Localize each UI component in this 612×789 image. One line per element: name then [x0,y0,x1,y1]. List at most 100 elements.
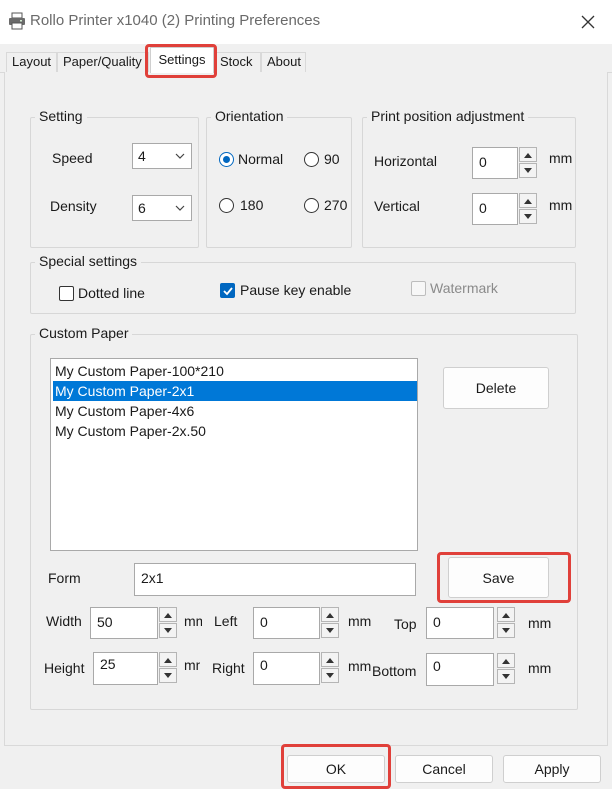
list-item[interactable]: My Custom Paper-4x6 [53,401,417,421]
list-item[interactable]: My Custom Paper-2x.50 [53,421,417,441]
arrow-down-icon [164,627,172,633]
left-unit: mm [348,613,372,629]
close-icon [581,15,595,29]
top-spin-up[interactable] [497,607,515,622]
ok-button[interactable]: OK [287,755,385,783]
bottom-label: Bottom [372,663,417,679]
orientation-90-label: 90 [324,151,340,167]
speed-select[interactable]: 4 [132,143,192,169]
right-spin-up[interactable] [321,652,339,667]
custom-paper-title: Custom Paper [35,325,133,341]
arrow-down-icon [502,673,510,679]
tab-settings[interactable]: Settings [150,47,214,73]
horizontal-input[interactable]: 0 [472,147,518,179]
vertical-input[interactable]: 0 [472,193,518,225]
orientation-270-radio[interactable] [304,198,319,213]
bottom-spin-up[interactable] [497,653,515,668]
orientation-180-label: 180 [240,197,264,213]
arrow-down-icon [326,672,334,678]
bottom-input[interactable]: 0 [426,653,494,686]
delete-button[interactable]: Delete [443,367,549,409]
top-spin-down[interactable] [497,623,515,638]
horizontal-label: Horizontal [374,153,438,169]
height-unit: mm [184,657,200,673]
chevron-down-icon [175,153,185,159]
vertical-unit: mm [549,197,573,213]
width-input[interactable]: 50 [90,607,158,639]
horizontal-spin-down[interactable] [519,163,537,178]
pause-key-label: Pause key enable [240,282,352,298]
right-input[interactable]: 0 [253,652,320,685]
height-label: Height [44,660,85,676]
vertical-spin-up[interactable] [519,193,537,208]
tab-stock[interactable]: Stock [214,52,261,72]
bottom-spin-down[interactable] [497,669,515,684]
arrow-up-icon [326,657,334,663]
density-select[interactable]: 6 [132,195,192,221]
arrow-down-icon [502,627,510,633]
window-title: Rollo Printer x1040 (2) Printing Prefere… [30,12,321,29]
speed-value: 4 [138,148,146,164]
height-input[interactable]: 25 [93,652,158,685]
cancel-button[interactable]: Cancel [395,755,493,783]
arrow-down-icon [524,213,532,219]
width-spin-down[interactable] [159,623,177,638]
orientation-group-title: Orientation [211,108,288,124]
form-input[interactable]: 2x1 [134,563,416,596]
apply-button[interactable]: Apply [503,755,601,783]
height-spin-up[interactable] [159,652,177,667]
tab-paper-quality[interactable]: Paper/Quality [57,52,149,72]
left-label: Left [214,613,238,629]
list-item-selected[interactable]: My Custom Paper-2x1 [53,381,417,401]
arrow-up-icon [524,152,532,158]
left-spin-up[interactable] [321,607,339,622]
position-group-title: Print position adjustment [367,108,529,124]
vertical-spin-down[interactable] [519,209,537,224]
dotted-line-checkbox[interactable] [59,286,74,301]
width-spin-up[interactable] [159,607,177,622]
special-settings-title: Special settings [35,253,142,269]
custom-paper-list[interactable]: My Custom Paper-100*210 My Custom Paper-… [50,358,418,551]
printer-icon [8,12,26,30]
arrow-up-icon [502,658,510,664]
orientation-normal-label: Normal [238,151,284,167]
width-label: Width [46,613,82,629]
speed-label: Speed [52,150,93,166]
close-button[interactable] [572,8,604,36]
orientation-90-radio[interactable] [304,152,319,167]
watermark-checkbox [411,281,426,296]
orientation-270-label: 270 [324,197,348,213]
arrow-up-icon [326,612,334,618]
density-value: 6 [138,200,146,216]
arrow-up-icon [524,198,532,204]
orientation-normal-radio[interactable] [219,152,234,167]
density-label: Density [50,198,97,214]
height-spin-down[interactable] [159,668,177,683]
tab-layout[interactable]: Layout [6,52,57,72]
left-spin-down[interactable] [321,623,339,638]
top-input[interactable]: 0 [426,607,494,639]
pause-key-checkbox[interactable] [220,283,235,298]
save-button[interactable]: Save [448,557,549,598]
position-group [362,117,576,248]
setting-group-title: Setting [35,108,87,124]
orientation-180-radio[interactable] [219,198,234,213]
list-item[interactable]: My Custom Paper-100*210 [53,361,417,381]
arrow-up-icon [502,612,510,618]
left-input[interactable]: 0 [253,607,320,639]
chevron-down-icon [175,205,185,211]
checkmark-icon [223,287,233,296]
horizontal-unit: mm [549,150,573,166]
orientation-group [206,117,352,248]
tab-about[interactable]: About [261,52,306,72]
setting-group [30,117,199,248]
right-label: Right [212,660,245,676]
right-unit: mm [348,658,372,674]
watermark-label: Watermark [430,280,498,296]
width-unit: mm [184,613,202,629]
horizontal-spin-up[interactable] [519,147,537,162]
arrow-up-icon [164,612,172,618]
arrow-down-icon [524,167,532,173]
vertical-label: Vertical [374,198,420,214]
right-spin-down[interactable] [321,668,339,683]
